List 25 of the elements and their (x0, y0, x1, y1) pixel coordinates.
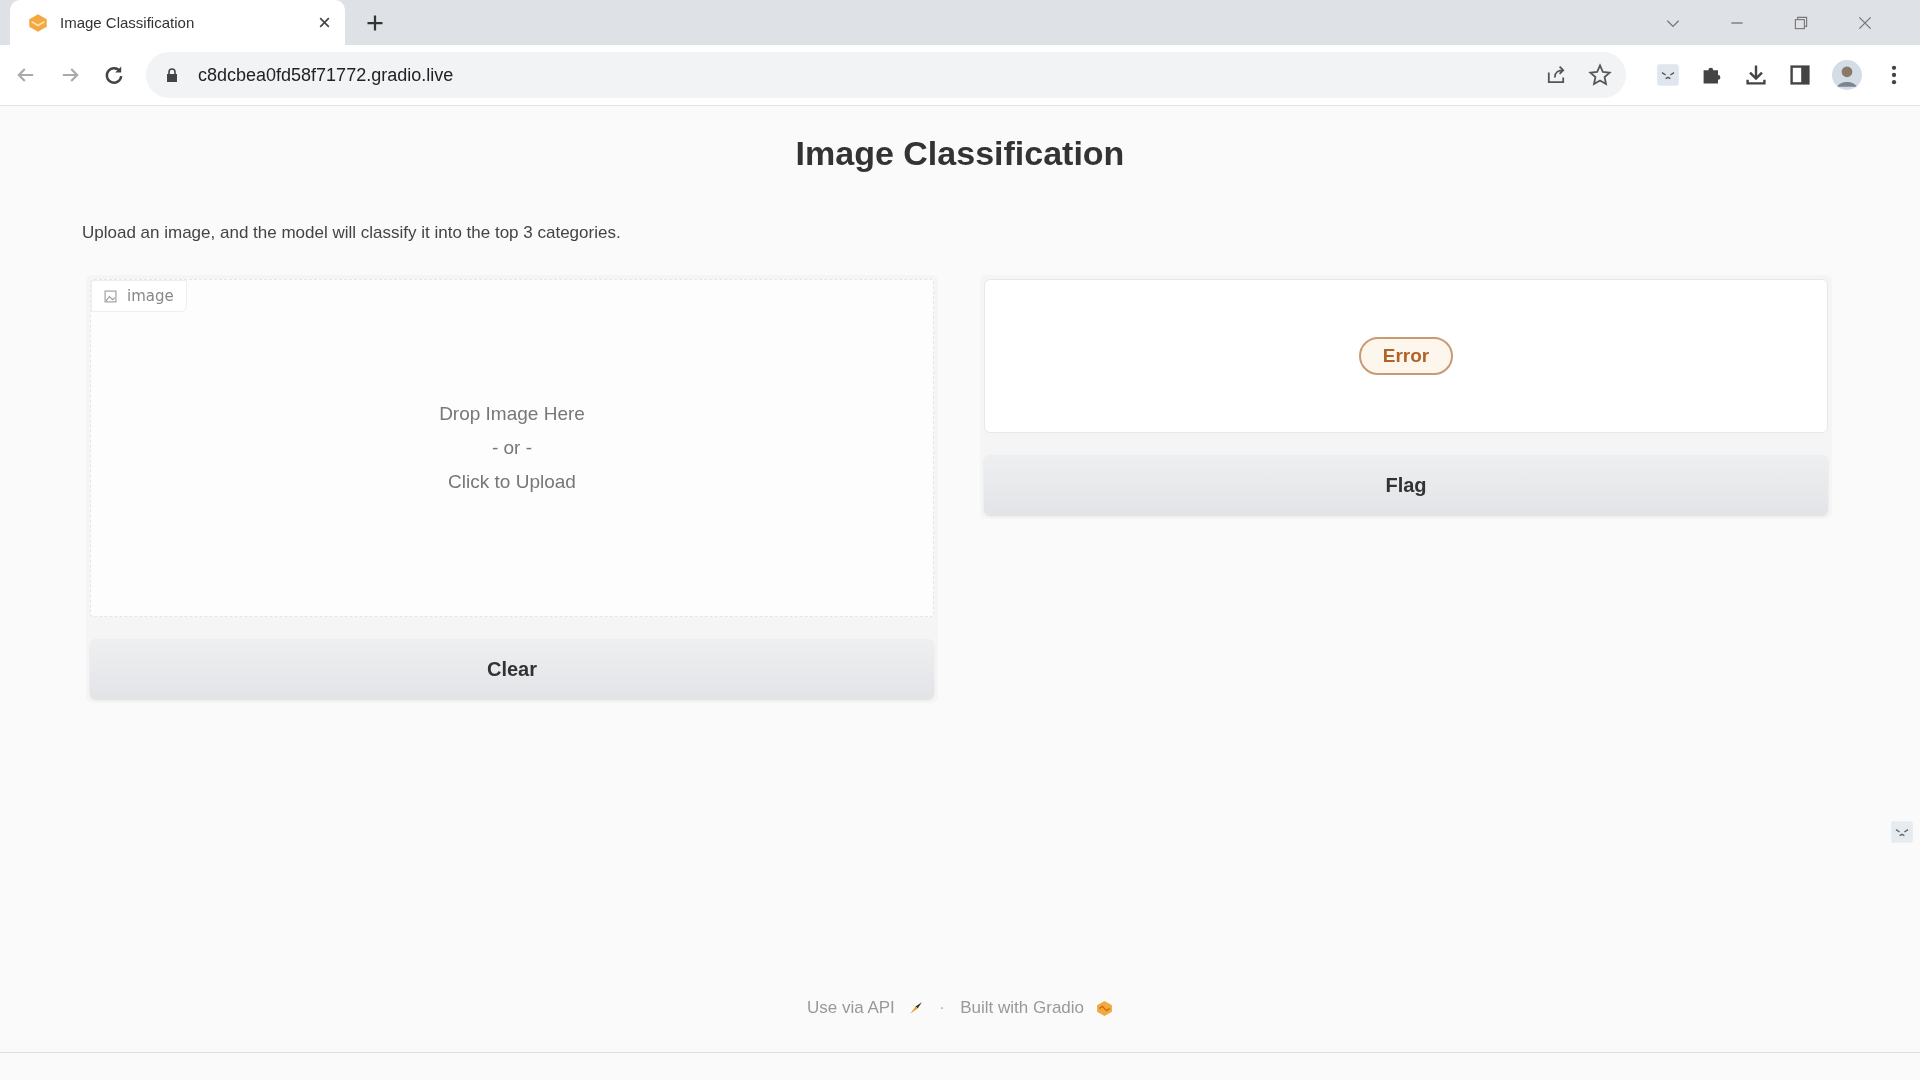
image-upload-area[interactable]: image Drop Image Here - or - Click to Upload (90, 279, 934, 617)
extension-face-icon[interactable] (1656, 63, 1680, 87)
page-description: Upload an image, and the model will classify it into the top 3 categories. (82, 223, 622, 243)
extension-face-icon[interactable] (1890, 820, 1914, 844)
upload-hint: Click to Upload (448, 471, 576, 493)
flag-button[interactable]: Flag (984, 455, 1828, 515)
image-icon (104, 289, 117, 303)
star-icon[interactable] (1588, 63, 1612, 87)
separator: · (939, 1000, 945, 1016)
download-icon[interactable] (1744, 63, 1768, 87)
address-bar[interactable]: c8dcbea0fd58f71772.gradio.live (146, 52, 1626, 98)
clear-button[interactable]: Clear (90, 639, 934, 699)
side-panel-icon[interactable] (1788, 63, 1812, 87)
avatar-icon[interactable] (1832, 60, 1862, 90)
browser-tab[interactable]: Image Classification (10, 0, 345, 45)
gradio-logo-icon (28, 12, 48, 33)
label-text: image (127, 287, 174, 305)
upload-hint: - or - (491, 437, 533, 459)
gradio-logo-icon (1096, 999, 1114, 1017)
upload-hint: Drop Image Here (439, 403, 585, 425)
lock-icon (166, 68, 178, 82)
error-badge: Error (1358, 337, 1454, 375)
url-text: c8dcbea0fd58f71772.gradio.live (198, 64, 454, 86)
page-title: Image Classification (794, 134, 1126, 173)
close-tab-icon[interactable] (318, 16, 331, 29)
